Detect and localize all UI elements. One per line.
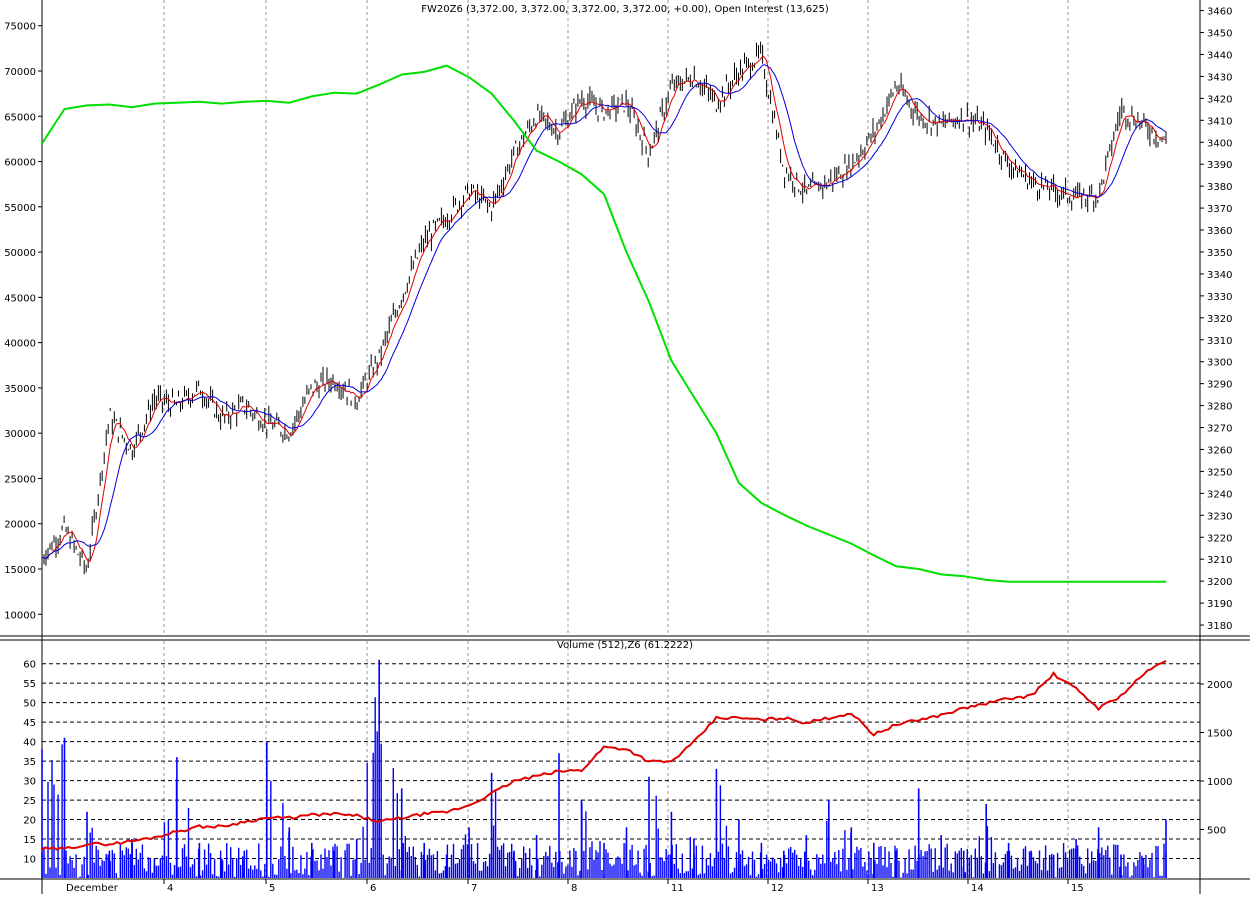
right-tick-label: 3280 — [1207, 402, 1232, 413]
right-tick-label: 3420 — [1207, 94, 1232, 105]
right-tick-label: 3190 — [1207, 599, 1232, 610]
x-tick-label: 5 — [269, 883, 275, 894]
right-tick-label: 3440 — [1207, 50, 1232, 61]
volume-right-tick-label: 2000 — [1207, 680, 1232, 691]
right-tick-label: 3330 — [1207, 292, 1232, 303]
x-tick-label: 7 — [471, 883, 477, 894]
right-tick-label: 3410 — [1207, 116, 1232, 127]
volume-left-tick-label: 45 — [23, 718, 36, 729]
right-tick-label: 3230 — [1207, 511, 1232, 522]
right-tick-label: 3380 — [1207, 182, 1232, 193]
volume-left-tick-label: 50 — [23, 699, 36, 710]
x-tick-label: 11 — [671, 883, 684, 894]
right-tick-label: 3460 — [1207, 7, 1232, 18]
chart-svg: December 4 5 6 7 8 11 12 13 14 1510000150002000025… — [0, 0, 1250, 894]
right-tick-label: 3250 — [1207, 467, 1232, 478]
left-tick-label: 60000 — [4, 158, 36, 169]
x-tick-label: December — [66, 883, 119, 894]
right-tick-label: 3300 — [1207, 358, 1232, 369]
x-tick-label: 8 — [571, 883, 577, 894]
right-tick-label: 3270 — [1207, 424, 1232, 435]
right-tick-label: 3430 — [1207, 72, 1232, 83]
volume-left-tick-label: 15 — [23, 835, 36, 846]
chart-root: December 4 5 6 7 8 11 12 13 14 15 10000 15000 20000 25… — [0, 0, 1250, 894]
left-tick-label: 30000 — [4, 429, 36, 440]
volume-right-tick-label: 1000 — [1207, 777, 1232, 788]
right-tick-label: 3260 — [1207, 445, 1232, 456]
volume-left-tick-label: 55 — [23, 679, 36, 690]
right-tick-label: 3180 — [1207, 621, 1232, 632]
left-tick-label: 35000 — [4, 384, 36, 395]
right-tick-label: 3240 — [1207, 489, 1232, 500]
left-tick-label: 75000 — [4, 22, 36, 33]
right-tick-label: 3450 — [1207, 29, 1232, 40]
right-tick-label: 3350 — [1207, 248, 1232, 259]
right-tick-label: 3360 — [1207, 226, 1232, 237]
x-tick-label: 6 — [370, 883, 376, 894]
left-tick-label: 20000 — [4, 520, 36, 531]
volume-left-tick-label: 20 — [23, 816, 36, 827]
left-tick-label: 70000 — [4, 67, 36, 78]
volume-left-tick-label: 60 — [23, 660, 36, 671]
volume-left-tick-label: 10 — [23, 855, 36, 866]
volume-left-tick-label: 30 — [23, 777, 36, 788]
left-tick-label: 40000 — [4, 339, 36, 350]
left-tick-label: 50000 — [4, 248, 36, 259]
right-tick-label: 3390 — [1207, 160, 1232, 171]
right-tick-label: 3310 — [1207, 336, 1232, 347]
x-tick-label: 4 — [167, 883, 173, 894]
chart-background — [0, 0, 1250, 894]
x-tick-label: 12 — [771, 883, 784, 894]
volume-right-tick-label: 500 — [1207, 826, 1226, 837]
volume-left-tick-label: 40 — [23, 738, 36, 749]
left-tick-label: 10000 — [4, 610, 36, 621]
right-tick-label: 3210 — [1207, 555, 1232, 566]
left-tick-label: 55000 — [4, 203, 36, 214]
left-tick-label: 15000 — [4, 565, 36, 576]
left-tick-label: 25000 — [4, 474, 36, 485]
right-tick-label: 3340 — [1207, 270, 1232, 281]
volume-right-tick-label: 1500 — [1207, 729, 1232, 740]
x-tick-label: 15 — [1071, 883, 1084, 894]
left-tick-label: 45000 — [4, 293, 36, 304]
right-tick-label: 3370 — [1207, 204, 1232, 215]
left-tick-label: 65000 — [4, 112, 36, 123]
right-tick-label: 3290 — [1207, 380, 1232, 391]
right-tick-label: 3400 — [1207, 138, 1232, 149]
volume-left-tick-label: 35 — [23, 757, 36, 768]
right-tick-label: 3200 — [1207, 577, 1232, 588]
main-chart-title: FW20Z6 (3,372.00, 3,372.00, 3,372.00, 3,… — [421, 4, 829, 15]
x-tick-label: 13 — [871, 883, 884, 894]
right-tick-label: 3220 — [1207, 533, 1232, 544]
right-tick-label: 3320 — [1207, 314, 1232, 325]
volume-chart-title: Volume (512),Z6 (61.2222) — [557, 640, 693, 651]
volume-left-tick-label: 25 — [23, 796, 36, 807]
x-tick-label: 14 — [971, 883, 984, 894]
